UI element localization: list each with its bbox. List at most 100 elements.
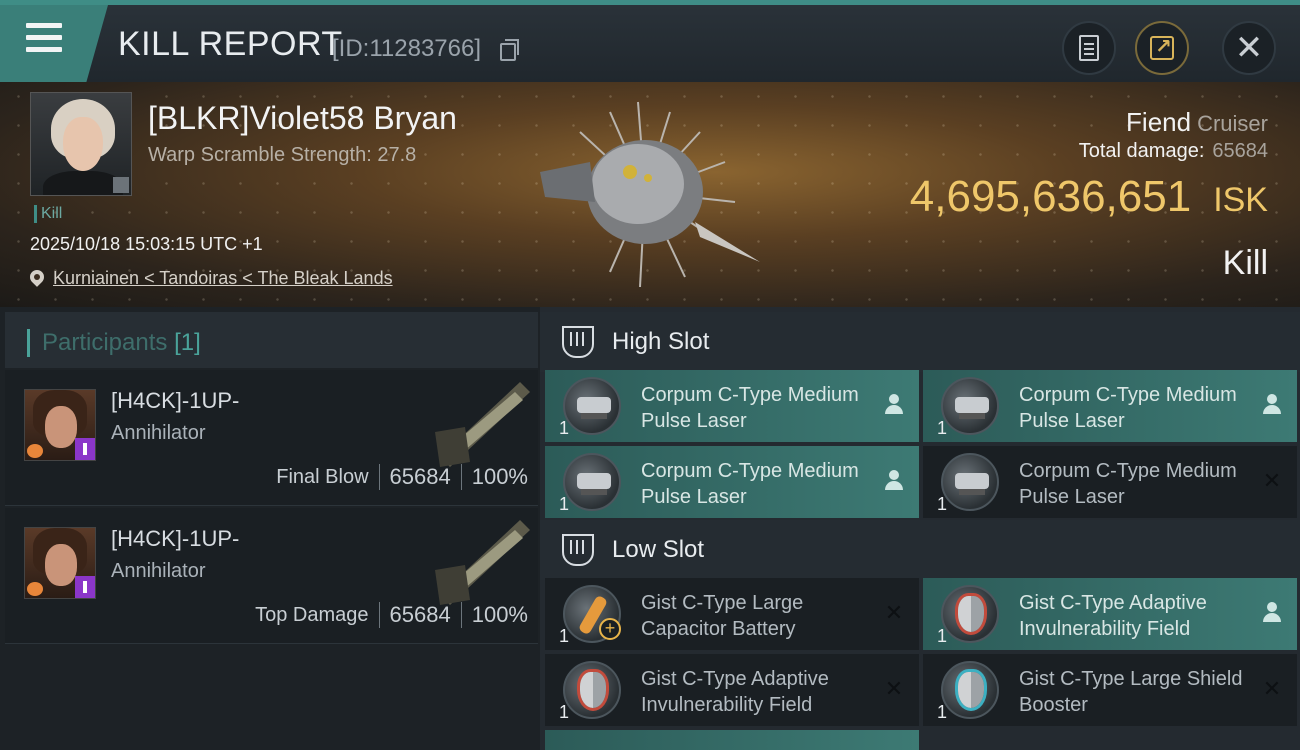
pulse-laser-icon bbox=[563, 377, 621, 435]
participant-row[interactable]: [H4CK]-1UP- Annihilator Final Blow 65684… bbox=[5, 370, 538, 506]
ship-name: Fiend bbox=[1126, 107, 1192, 137]
shield-booster-icon bbox=[941, 661, 999, 719]
fitting-panel: High Slot 1 Corpum C-Type Medium Pulse L… bbox=[540, 307, 1300, 750]
module-name: Corpum C-Type Medium Pulse Laser bbox=[641, 460, 859, 508]
module-item[interactable]: 1 Gist C-Type Large Shield Booster ✕ bbox=[923, 654, 1297, 726]
module-item[interactable]: 1 Gist C-Type Adaptive Invulnerability F… bbox=[545, 654, 919, 726]
module-name: Gist C-Type Large Capacitor Battery bbox=[641, 592, 804, 640]
share-button[interactable] bbox=[1135, 21, 1189, 75]
person-icon bbox=[1263, 394, 1281, 414]
participant-name: [H4CK]-1UP- bbox=[111, 388, 240, 413]
module-name: Gist C-Type Large Shield Booster bbox=[1019, 668, 1243, 716]
kill-location[interactable]: Kurniainen < Tandoiras < The Bleak Lands bbox=[30, 268, 393, 289]
invulnerability-field-icon bbox=[941, 585, 999, 643]
security-badge-icon bbox=[75, 576, 95, 598]
participant-percent: 100% bbox=[471, 602, 528, 627]
kill-datetime: 2025/10/18 15:03:15 UTC +1 bbox=[30, 234, 263, 254]
isk-value: 4,695,636,651 ISK bbox=[910, 172, 1268, 222]
security-badge-icon bbox=[75, 438, 95, 460]
module-name: Corpum C-Type Medium Pulse Laser bbox=[1019, 384, 1237, 432]
total-damage-label: Total damage: bbox=[1078, 140, 1205, 162]
participant-ship: Annihilator bbox=[111, 560, 206, 582]
destroyed-x-icon: ✕ bbox=[884, 676, 904, 701]
pulse-laser-icon bbox=[941, 453, 999, 511]
module-quantity: 1 bbox=[559, 702, 570, 722]
module-name: Corpum C-Type Medium Pulse Laser bbox=[1019, 460, 1237, 508]
menu-icon[interactable] bbox=[26, 23, 62, 57]
high-slot-icon bbox=[562, 326, 594, 358]
module-item[interactable]: 1 Corpum C-Type Medium Pulse Laser bbox=[923, 370, 1297, 442]
participant-stats: Top Damage 65684 100% bbox=[255, 602, 528, 628]
location-link[interactable]: Kurniainen < Tandoiras < The Bleak Lands bbox=[53, 268, 393, 289]
module-name: Gist C-Type Adaptive Invulnerability Fie… bbox=[1019, 592, 1207, 640]
module-quantity: 1 bbox=[559, 418, 570, 438]
module-item[interactable]: 1 Corpum C-Type Medium Pulse Laser bbox=[545, 370, 919, 442]
module-quantity: 1 bbox=[937, 626, 948, 646]
portrait-menu-icon bbox=[113, 177, 129, 193]
report-id: [ID:11283766] bbox=[332, 35, 482, 62]
participant-row[interactable]: [H4CK]-1UP- Annihilator Top Damage 65684… bbox=[5, 508, 538, 644]
participant-role: Final Blow bbox=[276, 465, 369, 488]
participant-damage: 65684 bbox=[389, 602, 451, 627]
low-slot-header: Low Slot bbox=[540, 520, 1300, 580]
victim-portrait[interactable] bbox=[30, 92, 132, 196]
high-slot-header: High Slot bbox=[540, 312, 1300, 372]
document-icon bbox=[1079, 35, 1099, 61]
participants-panel: Participants [1] [H4CK]-1UP- Annihilator… bbox=[0, 307, 540, 750]
total-damage: Total damage: 65684 bbox=[1079, 140, 1268, 163]
low-slot-icon bbox=[562, 534, 594, 566]
header-bar: KILL REPORT [ID:11283766] ✕ bbox=[0, 0, 1300, 82]
report-button[interactable] bbox=[1062, 21, 1116, 75]
victim-banner: [BLKR]Violet58 Bryan Warp Scramble Stren… bbox=[0, 82, 1300, 307]
corp-paw-icon bbox=[27, 444, 43, 458]
module-quantity: 1 bbox=[559, 494, 570, 514]
participant-stats: Final Blow 65684 100% bbox=[276, 464, 528, 490]
close-icon: ✕ bbox=[1234, 29, 1264, 67]
warp-scramble-strength: Warp Scramble Strength: 27.8 bbox=[148, 144, 417, 166]
module-item[interactable]: 1 Gist C-Type Adaptive Invulnerability F… bbox=[923, 578, 1297, 650]
destroyed-x-icon: ✕ bbox=[1262, 468, 1282, 493]
module-item-partial[interactable] bbox=[545, 730, 919, 750]
participant-ship: Annihilator bbox=[111, 422, 206, 444]
module-quantity: 1 bbox=[937, 494, 948, 514]
isk-unit: ISK bbox=[1213, 181, 1268, 219]
module-name: Gist C-Type Adaptive Invulnerability Fie… bbox=[641, 668, 829, 716]
invulnerability-field-icon bbox=[563, 661, 621, 719]
copy-icon[interactable] bbox=[500, 39, 519, 61]
destroyed-x-icon: ✕ bbox=[884, 600, 904, 625]
high-slot-title: High Slot bbox=[612, 328, 710, 355]
kill-tag: Kill bbox=[34, 205, 62, 223]
victim-ship[interactable]: Fiend Cruiser bbox=[1126, 107, 1268, 138]
participant-name: [H4CK]-1UP- bbox=[111, 526, 240, 551]
participants-count: [1] bbox=[174, 329, 201, 356]
participant-role: Top Damage bbox=[255, 603, 369, 626]
close-button[interactable]: ✕ bbox=[1222, 21, 1276, 75]
participant-ship-image bbox=[435, 520, 530, 605]
victim-ship-image bbox=[540, 101, 760, 288]
plus-badge-icon: + bbox=[599, 618, 621, 640]
module-item[interactable]: + 1 Gist C-Type Large Capacitor Battery … bbox=[545, 578, 919, 650]
participant-damage: 65684 bbox=[389, 464, 451, 489]
module-quantity: 1 bbox=[937, 702, 948, 722]
person-icon bbox=[1263, 602, 1281, 622]
ship-class: Cruiser bbox=[1197, 111, 1268, 136]
corp-paw-icon bbox=[27, 582, 43, 596]
total-damage-value: 65684 bbox=[1212, 140, 1268, 162]
low-slot-title: Low Slot bbox=[612, 536, 705, 563]
module-quantity: 1 bbox=[937, 418, 948, 438]
pulse-laser-icon bbox=[941, 377, 999, 435]
page-title: KILL REPORT bbox=[118, 25, 343, 63]
module-item[interactable]: 1 Corpum C-Type Medium Pulse Laser ✕ bbox=[923, 446, 1297, 518]
pulse-laser-icon bbox=[563, 453, 621, 511]
share-icon bbox=[1150, 34, 1174, 60]
kill-result: Kill bbox=[1222, 244, 1268, 282]
destroyed-x-icon: ✕ bbox=[1262, 676, 1282, 701]
participants-title: Participants [1] bbox=[27, 329, 201, 357]
location-pin-icon bbox=[30, 270, 44, 288]
victim-name[interactable]: [BLKR]Violet58 Bryan bbox=[148, 100, 457, 137]
module-quantity: 1 bbox=[559, 626, 570, 646]
person-icon bbox=[885, 394, 903, 414]
module-item[interactable]: 1 Corpum C-Type Medium Pulse Laser bbox=[545, 446, 919, 518]
participant-avatar bbox=[24, 389, 96, 461]
module-name: Corpum C-Type Medium Pulse Laser bbox=[641, 384, 859, 432]
